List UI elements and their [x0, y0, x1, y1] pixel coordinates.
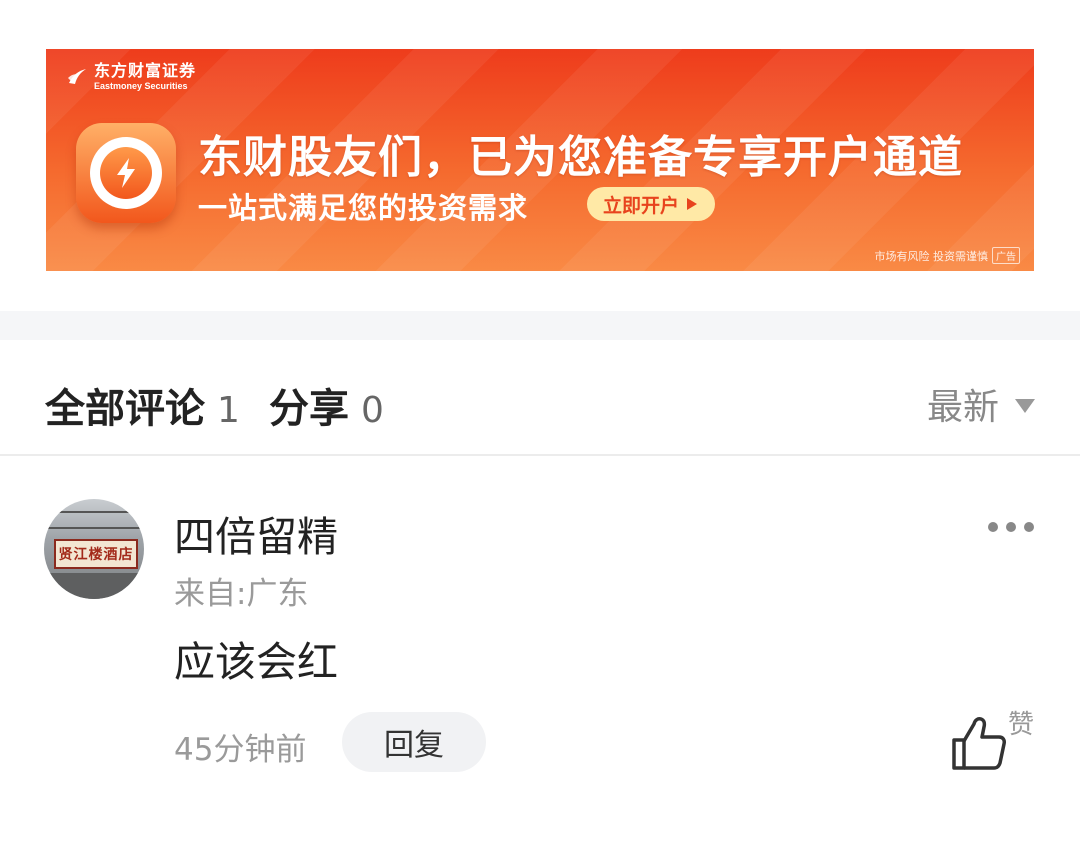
banner-headline: 东财股友们，已为您准备专享开户通道: [198, 132, 963, 183]
thumbs-up-icon[interactable]: [950, 714, 1008, 772]
brand-logo-icon: [68, 69, 86, 84]
avatar-storefront: [44, 573, 144, 599]
section-divider: [0, 311, 1080, 340]
username[interactable]: 四倍留精: [174, 503, 338, 563]
avatar[interactable]: 贤江楼酒店: [44, 499, 144, 599]
comment-text: 应该会红: [174, 638, 338, 686]
comment-time: 45分钟前: [174, 732, 307, 768]
tab-all-comments-label: 全部评论: [45, 386, 205, 432]
app-icon: [76, 123, 176, 223]
open-account-button[interactable]: 立即开户: [587, 187, 716, 221]
ad-tag: 广告: [992, 247, 1020, 264]
reply-button[interactable]: 回复: [342, 712, 486, 772]
more-icon[interactable]: [988, 522, 1034, 532]
risk-notice-text: 市场有风险 投资需谨慎: [874, 249, 989, 263]
caret-down-icon: [1015, 399, 1035, 413]
tab-shares[interactable]: 分享 0: [269, 376, 384, 434]
open-account-label: 立即开户: [603, 194, 680, 217]
brand-name-cn: 东方财富证券: [94, 61, 197, 80]
comment-count: 1: [217, 390, 240, 431]
like-label: 赞: [1008, 710, 1035, 740]
comments-header: 全部评论 1 分享 0 最新: [0, 340, 1080, 456]
banner-subline: 一站式满足您的投资需求: [198, 191, 529, 225]
brand: 东方财富证券 Eastmoney Securities: [66, 63, 196, 91]
lightning-icon: [117, 158, 135, 188]
risk-notice: 市场有风险 投资需谨慎 广告: [874, 247, 1020, 264]
share-count: 0: [361, 390, 384, 431]
avatar-sign: 贤江楼酒店: [54, 539, 138, 569]
user-location: 来自:广东: [174, 576, 309, 612]
avatar-wires: [44, 511, 144, 529]
more-dot: [1006, 522, 1016, 532]
play-arrow-icon: [687, 198, 698, 210]
more-dot: [1024, 522, 1034, 532]
tab-shares-label: 分享: [269, 386, 349, 432]
more-dot: [988, 522, 998, 532]
sort-label: 最新: [926, 387, 999, 428]
tab-all-comments[interactable]: 全部评论 1: [45, 376, 240, 434]
ad-banner[interactable]: 东方财富证券 Eastmoney Securities 东财股友们，已为您准备专…: [46, 49, 1034, 271]
sort-dropdown[interactable]: 最新: [927, 378, 1035, 430]
brand-name-en: Eastmoney Securities: [94, 81, 188, 91]
